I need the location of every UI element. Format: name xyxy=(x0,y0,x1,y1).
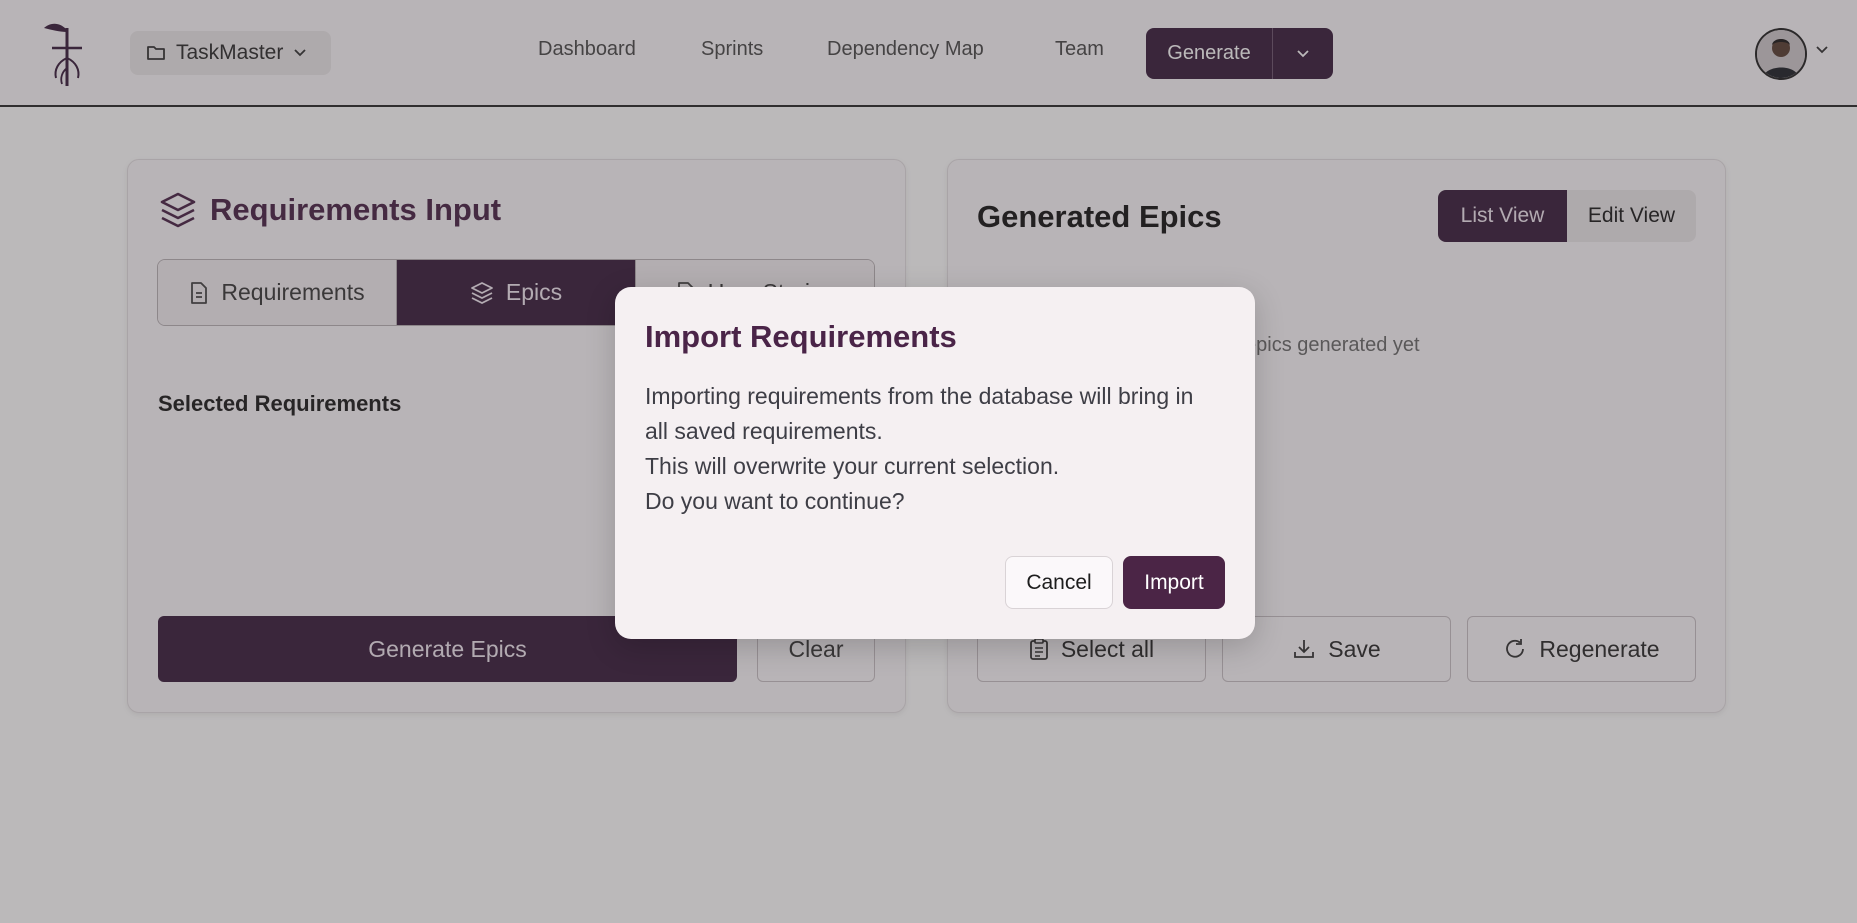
dialog-line: Do you want to continue? xyxy=(645,488,905,514)
dialog-line: all saved requirements. xyxy=(645,418,883,444)
cancel-button[interactable]: Cancel xyxy=(1005,556,1113,609)
dialog-message: Importing requirements from the database… xyxy=(645,379,1235,519)
dialog-line: Importing requirements from the database… xyxy=(645,383,1194,409)
dialog-title: Import Requirements xyxy=(645,319,957,354)
import-button[interactable]: Import xyxy=(1123,556,1225,609)
import-requirements-dialog: Import Requirements Importing requiremen… xyxy=(615,287,1255,639)
dialog-line: This will overwrite your current selecti… xyxy=(645,453,1060,479)
